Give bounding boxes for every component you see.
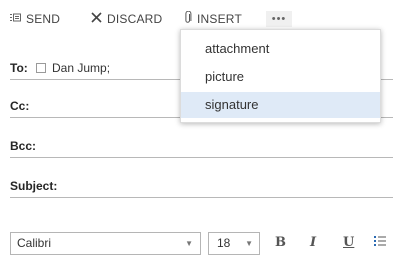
- insert-dropdown-menu: attachment picture signature: [180, 29, 381, 123]
- insert-label: INSERT: [197, 12, 242, 26]
- cc-label: Cc:: [10, 99, 30, 113]
- menu-item-picture[interactable]: picture: [181, 64, 380, 90]
- italic-button[interactable]: I: [310, 235, 316, 250]
- send-button[interactable]: SEND: [10, 10, 60, 28]
- close-x-icon: [91, 12, 102, 26]
- underline-button[interactable]: U: [343, 235, 354, 250]
- to-label: To:: [10, 61, 28, 75]
- bcc-field[interactable]: Bcc:: [10, 136, 393, 158]
- bold-button[interactable]: B: [275, 235, 286, 250]
- font-size-value: 18: [217, 236, 231, 250]
- menu-item-attachment[interactable]: attachment: [181, 36, 380, 62]
- recipient-chip[interactable]: Dan Jump;: [36, 61, 110, 75]
- subject-field[interactable]: Subject:: [10, 176, 393, 198]
- bullet-list-icon[interactable]: [373, 234, 387, 251]
- more-options-button[interactable]: •••: [266, 11, 292, 27]
- recipient-name: Dan Jump;: [52, 61, 111, 75]
- send-icon: [10, 12, 21, 26]
- chevron-down-icon: ▼: [245, 239, 253, 248]
- bcc-label: Bcc:: [10, 139, 37, 153]
- recipient-checkbox-icon: [36, 63, 46, 73]
- paperclip-icon: [184, 10, 192, 27]
- menu-item-signature[interactable]: signature: [181, 92, 380, 118]
- formatting-bar: Calibri ▼ 18 ▼ B I U: [0, 232, 393, 255]
- send-label: SEND: [26, 12, 61, 26]
- discard-label: DISCARD: [107, 12, 163, 26]
- font-family-select[interactable]: Calibri ▼: [10, 232, 201, 255]
- insert-button[interactable]: INSERT: [184, 10, 242, 28]
- font-size-select[interactable]: 18 ▼: [208, 232, 260, 255]
- discard-button[interactable]: DISCARD: [91, 10, 162, 28]
- font-family-value: Calibri: [17, 236, 52, 250]
- subject-label: Subject:: [10, 179, 58, 193]
- chevron-down-icon: ▼: [185, 239, 193, 248]
